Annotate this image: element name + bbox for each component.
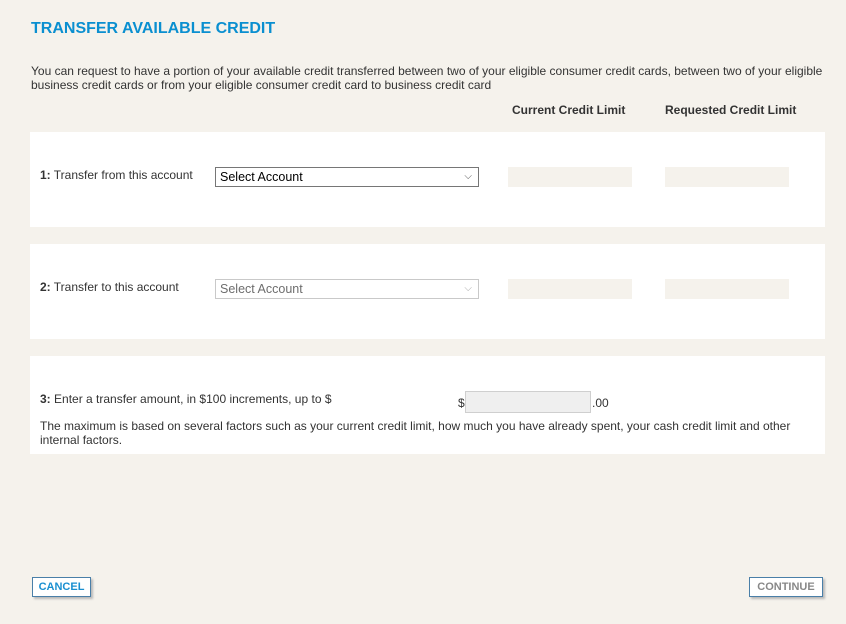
step-number: 2:	[40, 280, 51, 294]
step-number: 1:	[40, 168, 51, 182]
step-label: Transfer to this account	[53, 280, 179, 294]
transfer-to-label: 2: Transfer to this account	[40, 280, 179, 294]
intro-text: You can request to have a portion of you…	[31, 64, 823, 92]
column-header-requested-limit: Requested Credit Limit	[665, 103, 797, 117]
transfer-amount-label: 3: Enter a transfer amount, in $100 incr…	[40, 392, 332, 406]
transfer-from-account-select[interactable]: Select Account ⌵	[215, 167, 479, 187]
from-requested-credit-limit	[665, 167, 789, 187]
select-value: Select Account	[220, 282, 303, 296]
select-value: Select Account	[220, 170, 303, 184]
step-label: Enter a transfer amount, in $100 increme…	[54, 392, 332, 406]
page-title: TRANSFER AVAILABLE CREDIT	[31, 20, 276, 37]
maximum-note: The maximum is based on several factors …	[40, 419, 791, 447]
transfer-from-panel: 1: Transfer from this account Select Acc…	[30, 132, 825, 227]
transfer-amount-panel: 3: Enter a transfer amount, in $100 incr…	[30, 356, 825, 454]
from-current-credit-limit	[508, 167, 632, 187]
chevron-down-icon: ⌵	[464, 283, 472, 294]
cents-suffix: .00	[592, 396, 609, 410]
to-requested-credit-limit	[665, 279, 789, 299]
transfer-amount-input[interactable]	[465, 391, 591, 413]
transfer-from-label: 1: Transfer from this account	[40, 168, 193, 182]
step-number: 3:	[40, 392, 51, 406]
continue-button[interactable]: CONTINUE	[749, 577, 823, 597]
cancel-button[interactable]: CANCEL	[32, 577, 91, 597]
to-current-credit-limit	[508, 279, 632, 299]
step-label: Transfer from this account	[53, 168, 193, 182]
transfer-to-account-select[interactable]: Select Account ⌵	[215, 279, 479, 299]
chevron-down-icon: ⌵	[464, 171, 472, 182]
transfer-to-panel: 2: Transfer to this account Select Accou…	[30, 244, 825, 339]
column-header-current-limit: Current Credit Limit	[512, 103, 626, 117]
currency-symbol: $	[458, 396, 465, 410]
